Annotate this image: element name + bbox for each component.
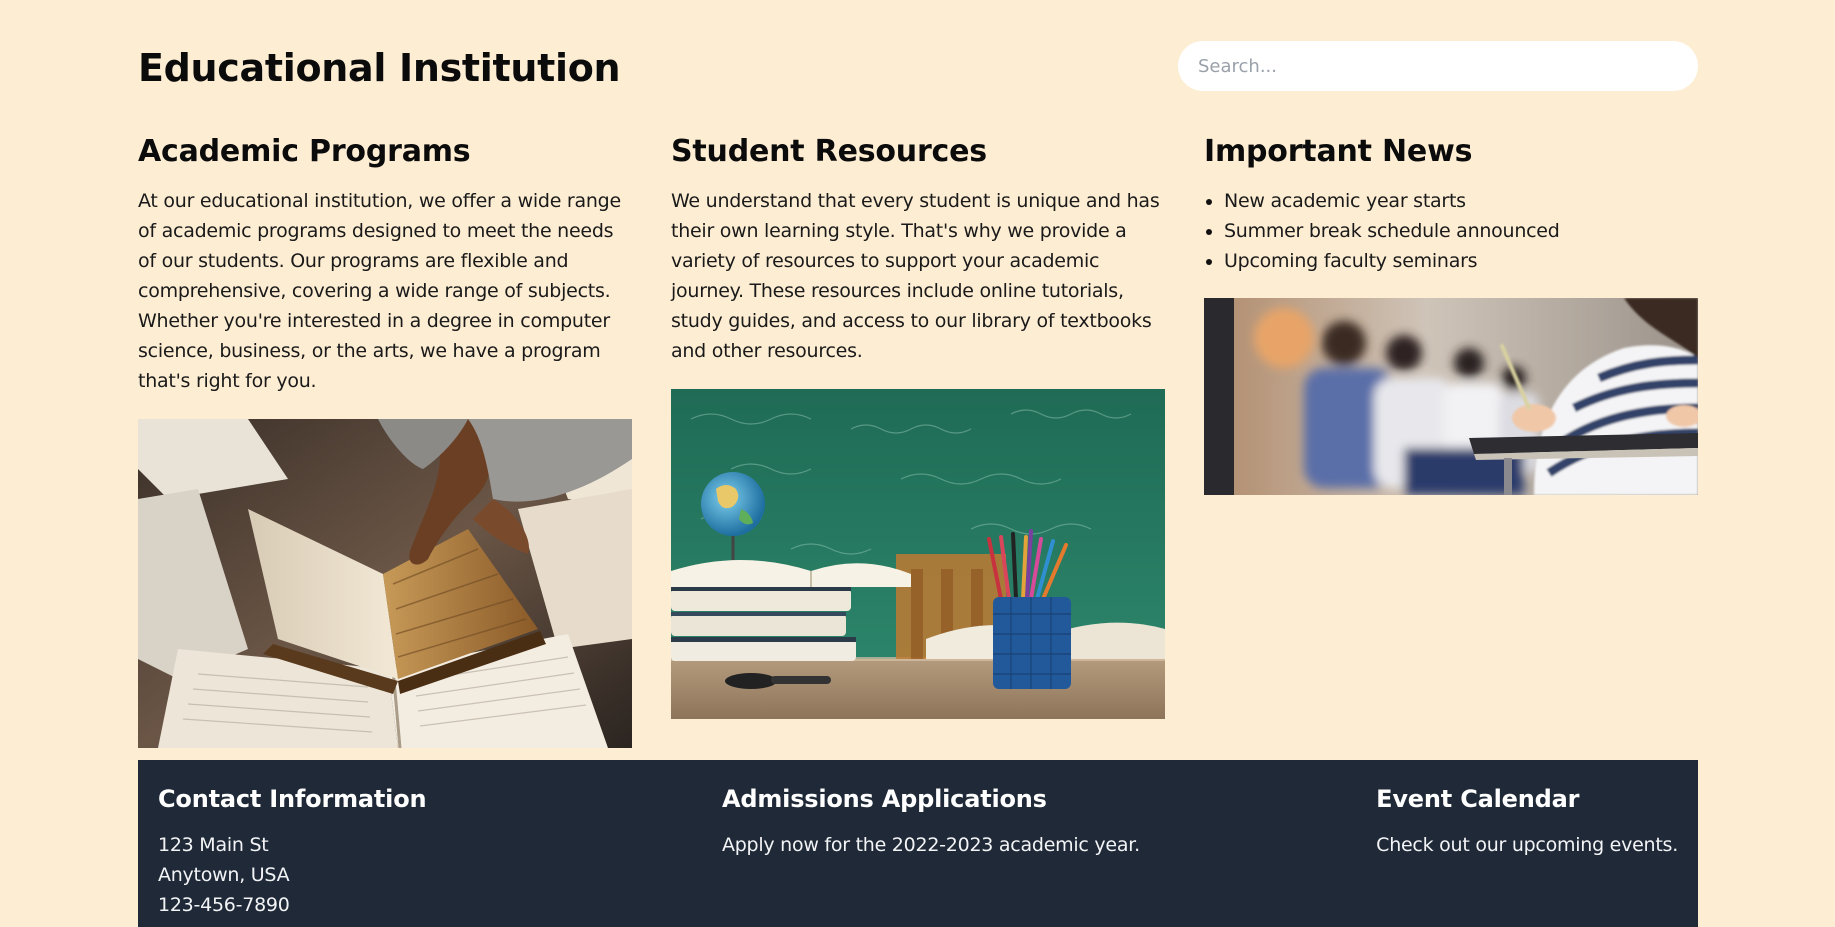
search-input[interactable] bbox=[1178, 41, 1698, 91]
news-item: New academic year starts bbox=[1204, 186, 1698, 216]
event-calendar-block: Event Calendar Check out our upcoming ev… bbox=[1376, 782, 1678, 860]
site-footer: Contact Information 123 Main St Anytown,… bbox=[138, 760, 1698, 927]
admissions-applications-text: Apply now for the 2022-2023 academic yea… bbox=[722, 834, 1140, 856]
student-resources-section: Student Resources We understand that eve… bbox=[671, 132, 1165, 719]
event-calendar-text: Check out our upcoming events. bbox=[1376, 834, 1678, 856]
news-item: Upcoming faculty seminars bbox=[1204, 246, 1698, 276]
page: Educational Institution Academic Program… bbox=[0, 0, 1835, 927]
contact-address-line: 123 Main St bbox=[158, 834, 269, 856]
event-calendar-title: Event Calendar bbox=[1376, 785, 1580, 813]
site-title: Educational Institution bbox=[138, 46, 621, 90]
students-exam-image bbox=[1204, 298, 1698, 495]
admissions-applications-title: Admissions Applications bbox=[722, 785, 1047, 813]
important-news-title: Important News bbox=[1204, 134, 1473, 169]
academic-programs-text: At our educational institution, we offer… bbox=[138, 190, 621, 392]
admissions-applications-block: Admissions Applications Apply now for th… bbox=[722, 782, 1140, 860]
academic-programs-section: Academic Programs At our educational ins… bbox=[138, 132, 632, 748]
contact-information-block: Contact Information 123 Main St Anytown,… bbox=[158, 782, 427, 920]
site-header: Educational Institution bbox=[138, 40, 1698, 96]
contact-phone-line: 123-456-7890 bbox=[158, 894, 290, 916]
contact-information-title: Contact Information bbox=[158, 785, 427, 813]
important-news-section: Important News New academic year starts … bbox=[1204, 132, 1698, 495]
student-resources-title: Student Resources bbox=[671, 134, 987, 169]
student-resources-text: We understand that every student is uniq… bbox=[671, 190, 1160, 362]
books-reading-image bbox=[138, 419, 632, 748]
academic-programs-title: Academic Programs bbox=[138, 134, 471, 169]
classroom-desk-image bbox=[671, 389, 1165, 719]
news-list: New academic year starts Summer break sc… bbox=[1204, 186, 1698, 276]
contact-city-line: Anytown, USA bbox=[158, 864, 290, 886]
news-item: Summer break schedule announced bbox=[1204, 216, 1698, 246]
